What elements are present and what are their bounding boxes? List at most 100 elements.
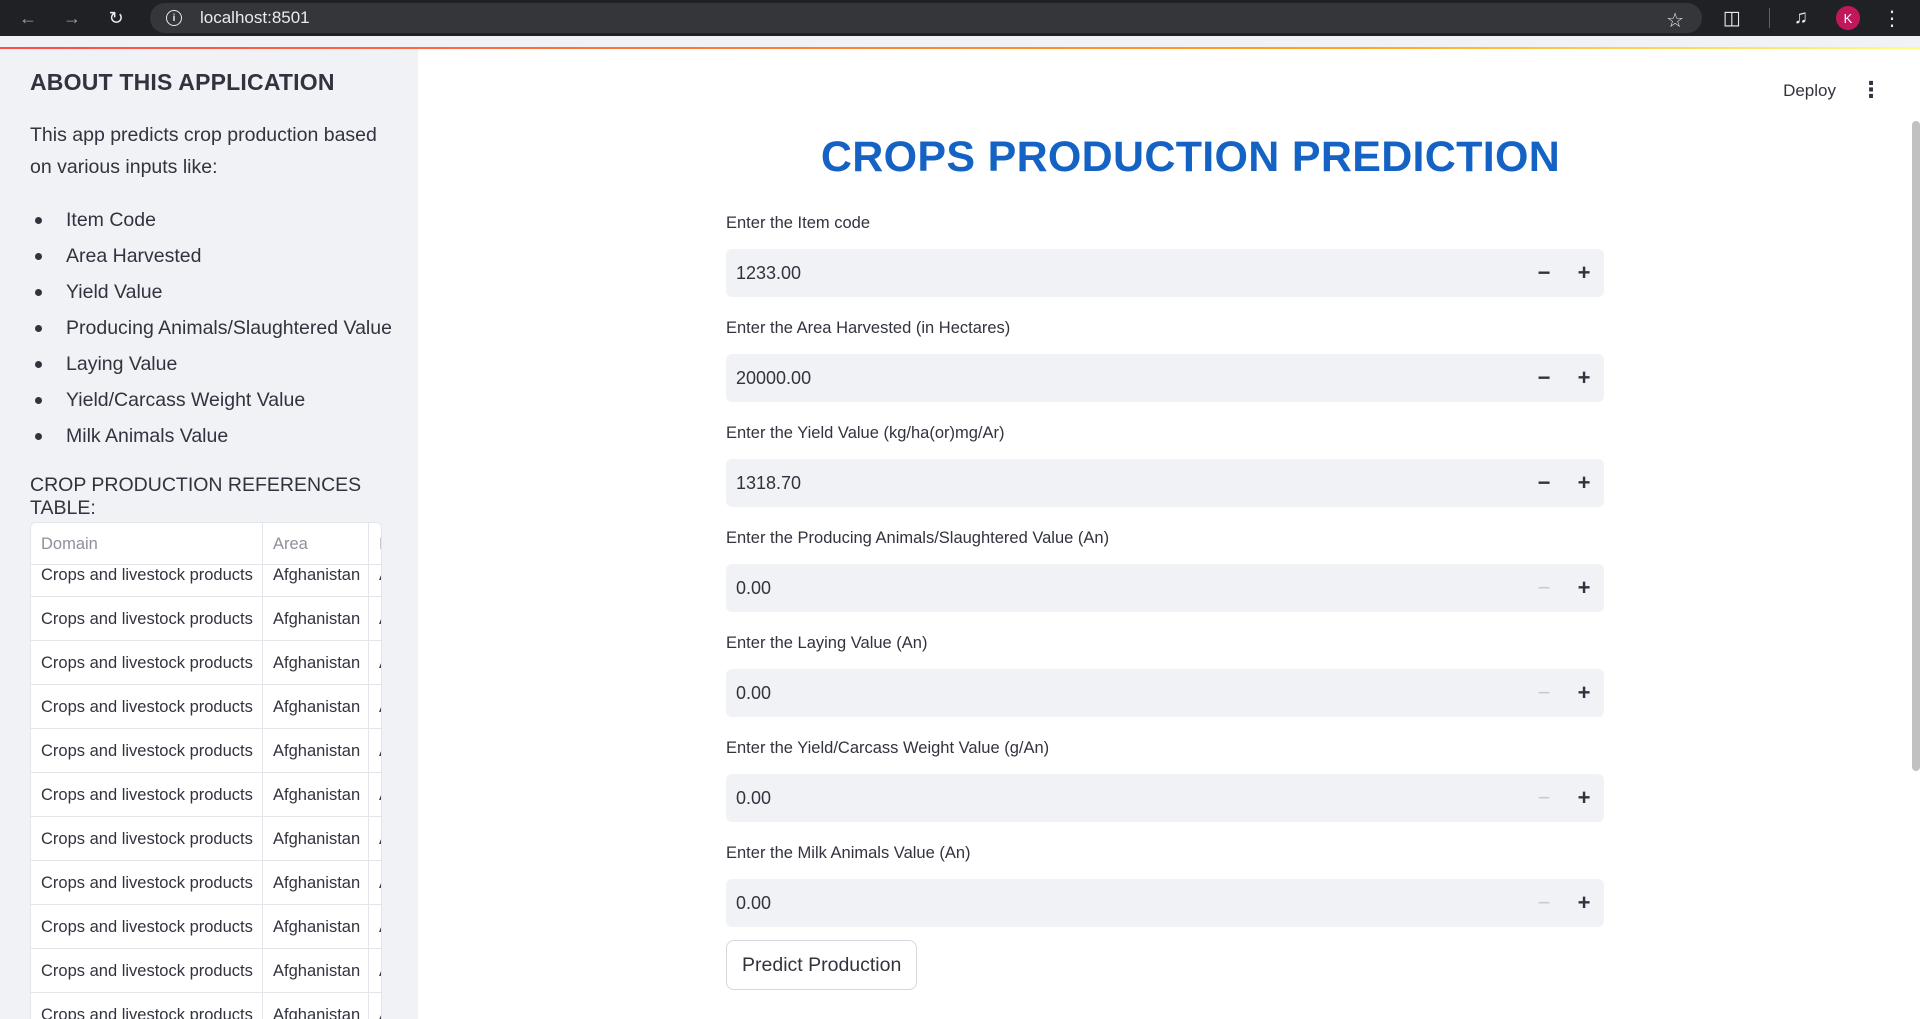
sidebar-title: ABOUT THIS APPLICATION [30,69,335,95]
input-value[interactable]: 0.00 [726,578,1524,599]
browser-menu-icon[interactable]: ⋮ [1882,6,1902,31]
table-cell[interactable]: A [369,949,381,992]
field-producing-animals: Enter the Producing Animals/Slaughtered … [726,526,1604,612]
increment-button[interactable]: + [1564,879,1604,927]
profile-avatar[interactable]: K [1836,6,1860,30]
area-harvested-number-input[interactable]: 20000.00− + [726,354,1604,402]
table-cell[interactable]: A [369,773,381,816]
field-laying-value: Enter the Laying Value (An) 0.00− + [726,631,1604,717]
table-header: Domain Area I [31,523,381,565]
table-row[interactable]: Crops and livestock productsAfghanistanA [31,685,381,729]
address-bar[interactable]: i localhost:8501 ☆ [150,3,1702,33]
table-row[interactable]: Crops and livestock productsAfghanistanA [31,949,381,993]
decrement-button[interactable]: − [1524,459,1564,507]
table-cell[interactable]: Afghanistan [263,773,369,816]
decrement-button[interactable]: − [1524,354,1564,402]
field-label: Enter the Yield/Carcass Weight Value (g/… [726,739,1050,757]
table-cell[interactable]: Crops and livestock products [31,905,263,948]
reference-dataframe[interactable]: Crops and livestock productsAfghanistanA… [30,522,382,1019]
table-cell[interactable]: Crops and livestock products [31,993,263,1019]
input-value[interactable]: 20000.00 [726,368,1524,389]
table-cell[interactable]: A [369,861,381,904]
table-row[interactable]: Crops and livestock productsAfghanistanA [31,905,381,949]
increment-button[interactable]: + [1564,459,1604,507]
deploy-button[interactable]: Deploy [1783,81,1836,101]
list-item: Area Harvested [30,238,392,274]
increment-button[interactable]: + [1564,774,1604,822]
url-text[interactable]: localhost:8501 [200,8,310,28]
table-cell[interactable]: Afghanistan [263,597,369,640]
main-content: Deploy ⋮ CROPS PRODUCTION PREDICTION Ent… [418,49,1920,1019]
input-value[interactable]: 0.00 [726,683,1524,704]
table-row[interactable]: Crops and livestock productsAfghanistanA [31,817,381,861]
column-header-area[interactable]: Area [263,523,369,564]
media-control-icon[interactable]: ♫ [1794,7,1808,29]
decrement-button[interactable]: − [1524,669,1564,717]
table-cell[interactable]: A [369,729,381,772]
table-cell[interactable]: Crops and livestock products [31,861,263,904]
table-cell[interactable]: Crops and livestock products [31,949,263,992]
table-row[interactable]: Crops and livestock productsAfghanistanA [31,729,381,773]
input-value[interactable]: 0.00 [726,788,1524,809]
predict-production-button[interactable]: Predict Production [726,940,918,990]
forward-arrow-icon[interactable]: → [58,4,86,32]
table-cell[interactable]: Afghanistan [263,993,369,1019]
toolbar-divider [1768,8,1770,28]
field-label: Enter the Area Harvested (in Hectares) [726,319,1011,337]
decrement-button[interactable]: − [1524,879,1564,927]
table-cell[interactable]: Crops and livestock products [31,685,263,728]
table-cell[interactable]: A [369,685,381,728]
producing-animals-number-input[interactable]: 0.00− + [726,564,1604,612]
table-cell[interactable]: Afghanistan [263,729,369,772]
input-value[interactable]: 1318.70 [726,473,1524,494]
table-row[interactable]: Crops and livestock productsAfghanistanA [31,597,381,641]
table-cell[interactable]: A [369,597,381,640]
carcass-weight-number-input[interactable]: 0.00− + [726,774,1604,822]
table-row[interactable]: Crops and livestock productsAfghanistanA [31,993,381,1019]
decrement-button[interactable]: − [1524,249,1564,297]
table-cell[interactable]: A [369,641,381,684]
app-menu-icon[interactable]: ⋮ [1860,77,1882,103]
table-cell[interactable]: A [369,905,381,948]
column-header-item[interactable]: I [369,523,381,564]
table-cell[interactable]: Afghanistan [263,641,369,684]
table-cell[interactable]: A [369,993,381,1019]
input-value[interactable]: 0.00 [726,893,1524,914]
table-row[interactable]: Crops and livestock productsAfghanistanA [31,861,381,905]
item-code-number-input[interactable]: 1233.00− + [726,249,1604,297]
extensions-icon[interactable]: ◫ [1723,7,1741,30]
table-cell[interactable]: Afghanistan [263,949,369,992]
increment-button[interactable]: + [1564,354,1604,402]
table-cell[interactable]: Afghanistan [263,861,369,904]
bookmark-star-icon[interactable]: ☆ [1666,8,1684,33]
milk-animals-number-input[interactable]: 0.00− + [726,879,1604,927]
table-cell[interactable]: A [369,817,381,860]
table-cell[interactable]: Crops and livestock products [31,729,263,772]
increment-button[interactable]: + [1564,669,1604,717]
laying-value-number-input[interactable]: 0.00− + [726,669,1604,717]
increment-button[interactable]: + [1564,249,1604,297]
field-carcass-weight: Enter the Yield/Carcass Weight Value (g/… [726,736,1604,822]
table-cell[interactable]: Crops and livestock products [31,773,263,816]
table-cell[interactable]: Crops and livestock products [31,817,263,860]
back-arrow-icon[interactable]: ← [14,4,42,32]
table-cell[interactable]: Afghanistan [263,905,369,948]
table-row[interactable]: Crops and livestock productsAfghanistanA [31,641,381,685]
site-info-icon[interactable]: i [166,10,182,26]
table-cell[interactable]: Crops and livestock products [31,597,263,640]
increment-button[interactable]: + [1564,564,1604,612]
decrement-button[interactable]: − [1524,564,1564,612]
decrement-button[interactable]: − [1524,774,1564,822]
input-value[interactable]: 1233.00 [726,263,1524,284]
table-cell[interactable]: Crops and livestock products [31,641,263,684]
table-row[interactable]: Crops and livestock productsAfghanistanA [31,773,381,817]
table-cell[interactable]: Afghanistan [263,685,369,728]
yield-value-number-input[interactable]: 1318.70− + [726,459,1604,507]
table-body: Crops and livestock productsAfghanistanA… [31,553,381,1019]
table-cell[interactable]: Afghanistan [263,817,369,860]
reload-icon[interactable]: ↻ [102,4,130,32]
main-scrollbar[interactable] [1912,121,1920,771]
column-header-domain[interactable]: Domain [31,523,263,564]
list-item: Yield Value [30,274,392,310]
sidebar-input-list: Item Code Area Harvested Yield Value Pro… [30,202,392,454]
